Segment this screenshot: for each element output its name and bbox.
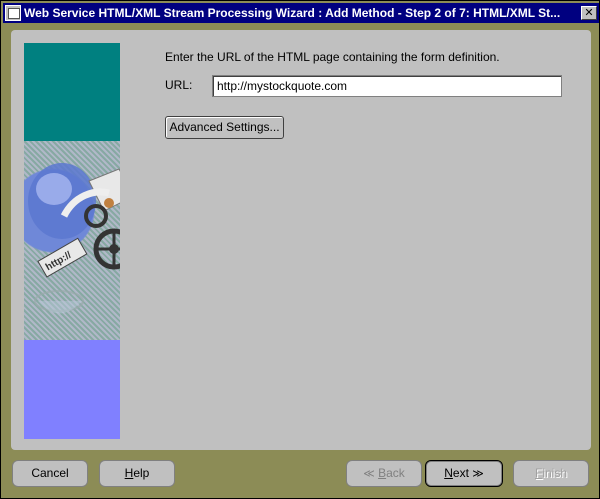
url-input[interactable] <box>212 75 562 97</box>
url-label: URL: <box>165 78 193 92</box>
wizard-side-image: http:// <box>24 43 120 439</box>
window-title: Web Service HTML/XML Stream Processing W… <box>24 6 561 20</box>
help-label: elp <box>133 466 150 480</box>
cancel-button[interactable]: Cancel <box>12 460 88 487</box>
wizard-window: Web Service HTML/XML Stream Processing W… <box>0 0 600 499</box>
back-chevron-icon: ≪ <box>363 467 375 480</box>
app-icon <box>5 5 21 21</box>
side-teal-block <box>24 43 120 141</box>
film-reel-illustration-icon: http:// <box>28 163 120 314</box>
title-bar[interactable]: Web Service HTML/XML Stream Processing W… <box>3 3 599 23</box>
next-chevron-icon: ≫ <box>472 467 484 480</box>
help-button[interactable]: Help <box>99 460 175 487</box>
wizard-content: http:// Enter the URL of the HTML page c… <box>11 30 591 450</box>
advanced-settings-button[interactable]: Advanced Settings... <box>165 116 284 139</box>
instruction-text: Enter the URL of the HTML page containin… <box>165 50 500 64</box>
next-label: ext <box>452 466 469 480</box>
next-button[interactable]: Next ≫ <box>425 460 503 487</box>
back-label: ack <box>386 466 405 480</box>
back-mnemonic: B <box>378 466 387 480</box>
back-button[interactable]: ≪ Back <box>346 460 422 487</box>
finish-label: inish <box>542 466 568 480</box>
finish-button[interactable]: Finish <box>513 460 589 487</box>
close-icon[interactable]: ✕ <box>581 6 597 20</box>
next-mnemonic: N <box>444 466 453 480</box>
side-purple-block <box>24 340 120 439</box>
